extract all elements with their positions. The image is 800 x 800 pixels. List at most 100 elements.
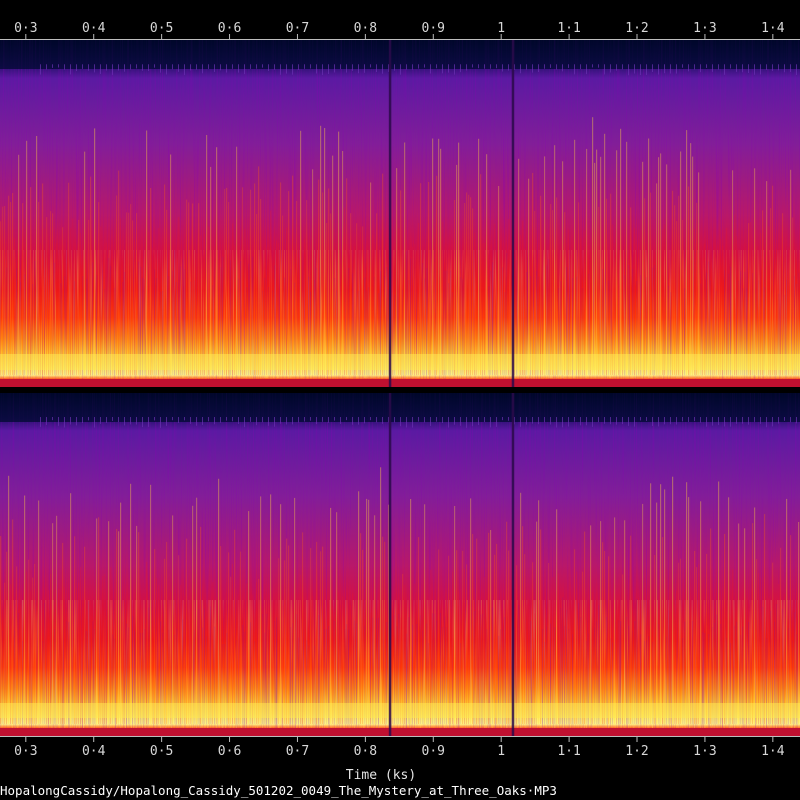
channel-1-energy-streak [84,151,86,375]
channel-1-energy-streak [762,210,764,375]
channel-1-energy-streak [604,133,606,375]
channel-1-energy-streak [344,207,346,375]
channel-1-energy-streak [692,156,694,375]
bottom-tick-label: 1·4 [761,744,785,759]
channel-1-edge-ripple [778,64,779,71]
channel-2-edge-ripple [778,417,779,424]
channel-1-energy-streak [148,231,150,375]
channel-2-energy-streak [102,576,104,724]
channel-2-energy-streak [186,538,188,724]
channel-2-edge-ripple [538,417,539,425]
channel-2-edge-ripple [784,417,785,421]
channel-1-energy-streak [574,139,576,375]
channel-1-edge-ripple [592,64,593,68]
channel-2-edge-ripple [646,417,647,421]
channel-1-energy-streak [62,227,64,375]
channel-1-energy-streak [210,166,212,375]
channel-1-energy-streak [468,194,470,375]
channel-2-energy-streak [694,550,696,724]
channel-1-energy-streak [116,195,118,375]
channel-1-energy-streak [596,149,598,375]
channel-1-edge-ripple [226,64,227,73]
channel-1-edge-ripple [304,64,305,69]
channel-1-energy-streak [578,202,580,375]
channel-1-energy-streak [126,212,128,375]
channel-1-energy-streak [0,221,2,375]
channel-1-energy-streak [694,228,696,375]
channel-1-edge-ripple [112,64,113,75]
channel-1-edge-ripple [532,64,533,73]
channel-1-bottom-band [0,379,800,387]
channel-1-edge-ripple [688,64,689,72]
channel-1-energy-streak [372,234,374,375]
channel-2-energy-streak [366,498,368,724]
channel-1-energy-streak [508,219,510,375]
channel-2-edge-ripple [160,417,161,428]
channel-2-edge-ripple [622,417,623,425]
channel-1-energy-streak [556,197,558,375]
channel-1-edge-ripple [682,64,683,68]
channel-2-edge-ripple [262,417,263,423]
channel-1-edge-ripple [382,64,383,74]
channel-1-energy-streak [442,221,444,375]
channel-1-energy-streak [360,226,362,375]
channel-1-energy-streak [518,158,520,375]
channel-2-energy-streak [414,583,416,724]
channel-1-energy-streak [568,229,570,375]
channel-1-energy-streak [610,193,612,375]
channel-2-edge-ripple [640,417,641,421]
channel-1-edge-ripple [70,64,71,75]
channel-2-energy-streak [146,562,148,724]
channel-1-edge-ripple [310,64,311,69]
channel-2-edge-ripple [790,417,791,423]
channel-1-energy-streak [398,228,400,375]
channel-1-energy-streak [648,138,650,375]
channel-2-edge-ripple [424,417,425,423]
channel-2-edge-ripple [634,417,635,427]
channel-1-energy-streak [10,202,12,375]
channel-1-energy-streak [766,181,768,375]
channel-1-energy-streak [432,138,434,375]
channel-1-energy-streak [170,154,172,375]
channel-2-energy-streak [150,484,152,724]
channel-2-energy-streak [688,497,690,724]
channel-1-energy-streak [650,192,652,375]
channel-2-edge-ripple [238,417,239,424]
channel-2-edge-ripple [478,417,479,426]
channel-2-energy-streak [430,569,432,724]
channel-2-edge-ripple [106,417,107,423]
channel-2-energy-streak [248,511,250,724]
channel-2-energy-streak [288,545,290,724]
channel-1-energy-streak [612,224,614,375]
channel-1-edge-ripple [268,64,269,71]
channel-2-edge-ripple [460,417,461,426]
channel-2-energy-streak [574,549,576,724]
channel-2-energy-streak [532,562,534,724]
channel-1-edge-ripple [76,64,77,72]
channel-2-energy-streak [178,555,180,724]
channel-1-edge-ripple [658,64,659,75]
channel-2-edge-ripple [40,417,41,427]
channel-2-energy-streak [256,582,258,724]
channel-1-energy-streak [662,229,664,375]
channel-2-edge-ripple [220,417,221,423]
channel-1-edge-ripple [586,64,587,75]
channel-2-energy-streak [456,550,458,724]
channel-1-edge-ripple [220,64,221,71]
channel-1-energy-streak [120,218,122,375]
channel-2-energy-streak [552,577,554,724]
segment-boundary-line [511,40,515,387]
channel-1-energy-streak [792,217,794,375]
channel-2-energy-streak [270,494,272,724]
channel-2-energy-streak [84,546,86,724]
channel-2-edge-ripple [334,417,335,421]
channel-2-energy-streak [672,476,674,724]
channel-2-edge-ripple [652,417,653,427]
channel-1-edge-ripple [694,64,695,70]
channel-2-energy-streak [758,573,760,724]
channel-1-energy-streak [420,183,422,375]
channel-2-edge-ripple [418,417,419,422]
channel-2-energy-streak [582,571,584,724]
channel-2-spectrogram [0,393,800,736]
channel-1-energy-streak [188,202,190,375]
